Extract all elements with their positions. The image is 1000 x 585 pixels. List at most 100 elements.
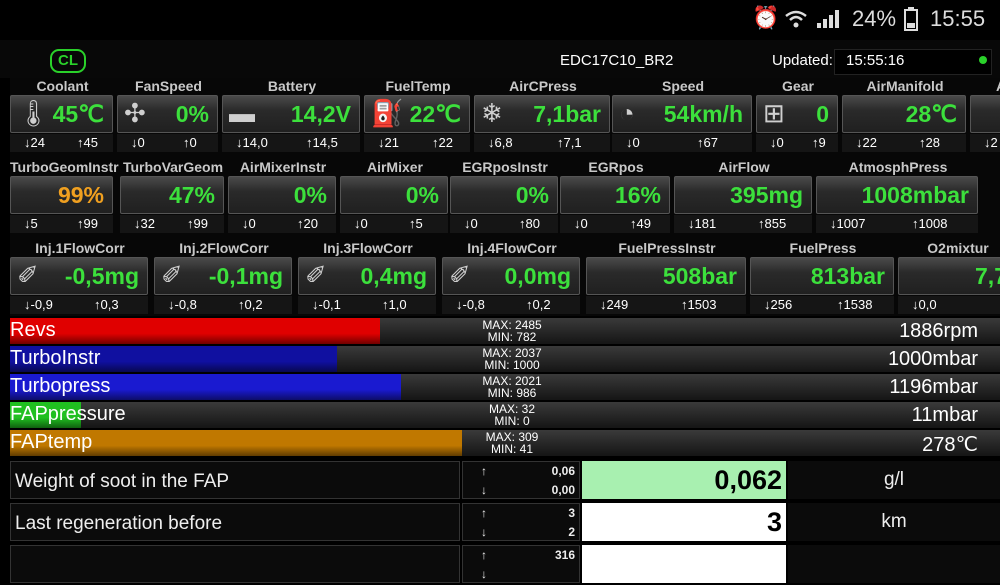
gauge-label: TurboVarGeom	[122, 159, 224, 175]
bar-row: FAPpressure MAX: 32 MIN: 0 11mbar	[10, 402, 1000, 428]
max-value: ↑1008	[912, 216, 948, 231]
snowflake-icon: ❄	[481, 98, 503, 128]
gauge-minmax: ↓14,0 ↑14,5	[222, 134, 360, 152]
gauge-value-box[interactable]: ✐ -0,1mg	[154, 257, 292, 295]
max-value: ↑99	[187, 216, 208, 231]
gauge-value-box[interactable]: 99%	[10, 176, 113, 214]
gauge-value-box[interactable]: 0%	[340, 176, 448, 214]
bar-label: FAPtemp	[10, 431, 93, 453]
gauge-value-box[interactable]: 0%	[450, 176, 558, 214]
min-value: ↓181	[688, 216, 717, 231]
gauge-label: AtmosphPress	[848, 159, 948, 175]
gauge-value: 28℃	[905, 101, 957, 127]
fuel-pump-icon: ⛽	[371, 98, 404, 128]
bar-label: Turbopress	[10, 375, 111, 397]
gauge-value-box[interactable]: 1008mbar	[816, 176, 978, 214]
table-value: 0,062	[582, 461, 786, 499]
gauge-value: 508bar	[662, 263, 737, 289]
min-arrow: ↓	[481, 483, 487, 497]
bar-row: Revs MAX: 2485 MIN: 782 1886rpm	[10, 318, 1000, 344]
max-value: ↑1503	[681, 297, 717, 312]
gauge-value-box[interactable]: 0%	[228, 176, 336, 214]
max-value: ↑9	[812, 135, 826, 150]
max-value: ↑1538	[837, 297, 873, 312]
min-value: 0,00	[551, 483, 575, 497]
gauge-value-box[interactable]: 813bar	[750, 257, 894, 295]
max-value: ↑99	[77, 216, 98, 231]
gauge-value-box[interactable]: ⊞ 0	[756, 95, 838, 133]
bar-value: 11mbar	[911, 404, 978, 426]
gauge-value-box[interactable]: ▬ 14,2V	[222, 95, 360, 133]
gauge-value: 45℃	[52, 101, 104, 127]
gauge-value: 813bar	[810, 263, 885, 289]
gauge-label: AirCPress	[509, 78, 577, 94]
gauge-minmax: ↓5 ↑99	[10, 215, 113, 233]
max-value: ↑28	[919, 135, 940, 150]
battery-status-icon	[904, 7, 918, 31]
table-row[interactable]: ↑ 316 ↓	[10, 545, 1000, 585]
gauge-label: Inj.3FlowCorr	[323, 240, 413, 256]
cl-badge[interactable]: CL	[50, 49, 86, 73]
gauge-minmax: ↓32 ↑99	[120, 215, 224, 233]
gauge-label: Inj.2FlowCorr	[179, 240, 269, 256]
min-value: ↓21	[378, 135, 399, 150]
injector-icon: ✐	[161, 260, 183, 290]
battery-icon: ▬	[229, 98, 255, 128]
gauge-label: FanSpeed	[135, 78, 202, 94]
gauge-label: EGRposInstr	[462, 159, 548, 175]
injector-icon: ✐	[305, 260, 327, 290]
gauge-value-box[interactable]: ⛽ 22℃	[364, 95, 470, 133]
bar-minmax: MAX: 2037 MIN: 1000	[482, 346, 542, 372]
gauge-value-box[interactable]: ✣ 0%	[117, 95, 218, 133]
injector-icon: ✐	[17, 260, 39, 290]
gauge-value: 0%	[515, 182, 549, 208]
max-value: ↑49	[630, 216, 651, 231]
gauge-value-box[interactable]: 395mg	[674, 176, 812, 214]
gauge-label: AirF	[970, 78, 1000, 94]
gauge-minmax: ↓-0,9 ↑0,3	[10, 296, 148, 314]
gauge-value-box[interactable]: ❄ 7,1bar	[474, 95, 610, 133]
min-value: ↓0	[354, 216, 368, 231]
gauge-value: 0	[816, 101, 829, 127]
bar-label: FAPpressure	[10, 403, 126, 425]
gauge-value-box[interactable]: ◔ 54km/h	[612, 95, 752, 133]
gauge-minmax: ↓6,8 ↑7,1	[474, 134, 610, 152]
ecu-name: EDC17C10_BR2	[560, 52, 674, 69]
bar-row: Turbopress MAX: 2021 MIN: 986 1196mbar	[10, 374, 1000, 400]
gauge-value-box[interactable]	[970, 95, 1000, 133]
gauge-value-box[interactable]: ✐ 0,4mg	[298, 257, 436, 295]
gauge-value-box[interactable]: 28℃	[842, 95, 966, 133]
updated-label: Updated:	[772, 52, 833, 69]
fan-icon: ✣	[124, 98, 146, 128]
table-unit: g/l	[788, 461, 1000, 499]
gauge-value-box[interactable]: 7,7	[898, 257, 1000, 295]
gauge-value: -0,5mg	[64, 263, 139, 289]
gauge-value-box[interactable]: 47%	[120, 176, 224, 214]
gauge-minmax: ↓256 ↑1538	[750, 296, 894, 314]
bar-value: 1196mbar	[889, 376, 978, 398]
table-row[interactable]: Weight of soot in the FAP ↑ 0,06 ↓ 0,00 0,062…	[10, 461, 1000, 501]
min-value: ↓249	[600, 297, 629, 312]
signal-icon	[817, 10, 839, 28]
injector-icon: ✐	[449, 260, 471, 290]
min-value: ↓-0,8	[168, 297, 197, 312]
table-unit: km	[788, 503, 1000, 541]
gauge-value: 99%	[57, 182, 104, 208]
table-minmax: ↑ 0,06 ↓ 0,00	[462, 461, 580, 499]
gauge-value-box[interactable]: ✐ 0,0mg	[442, 257, 580, 295]
gauge-value: 0%	[405, 182, 439, 208]
gauge-value-box[interactable]: ✐ -0,5mg	[10, 257, 148, 295]
bar-row: FAPtemp MAX: 309 MIN: 41 278℃	[10, 430, 1000, 456]
max-value: ↑7,1	[557, 135, 582, 150]
gauge-minmax: ↓21 ↑22	[364, 134, 470, 152]
gauge-minmax: ↓22 ↑28	[842, 134, 966, 152]
table-minmax: ↑ 3 ↓ 2	[462, 503, 580, 541]
table-row[interactable]: Last regeneration before ↑ 3 ↓ 2 3 km	[10, 503, 1000, 543]
min-value: ↓0	[131, 135, 145, 150]
gauge-value-box[interactable]: 508bar	[586, 257, 746, 295]
gauge-minmax: ↓0 ↑5	[340, 215, 448, 233]
gauge-value-box[interactable]: 🌡 45℃	[10, 95, 113, 133]
gauge-value-box[interactable]: 16%	[560, 176, 670, 214]
gauge-label: Inj.4FlowCorr	[467, 240, 557, 256]
bar-label: Revs	[10, 319, 56, 341]
